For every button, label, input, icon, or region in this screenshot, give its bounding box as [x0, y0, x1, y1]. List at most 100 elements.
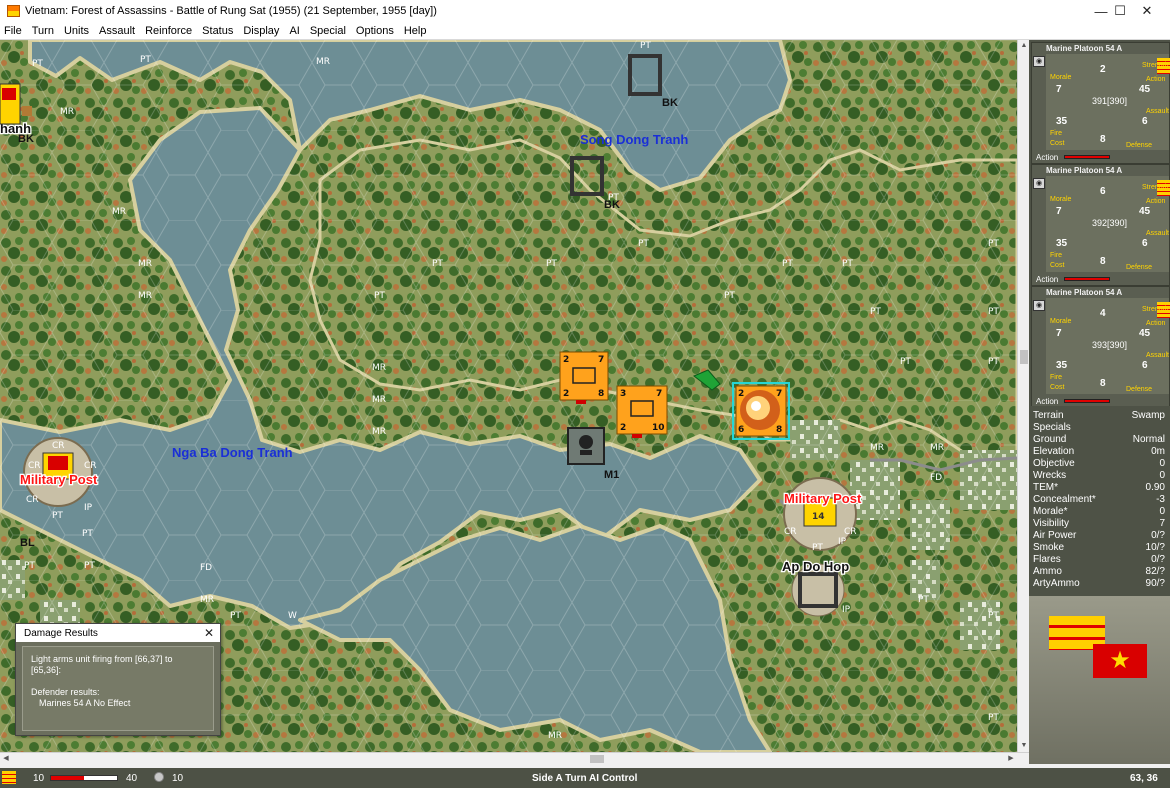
terrain-row: Concealment* -3	[1033, 494, 1165, 505]
menu-file[interactable]: File	[0, 25, 27, 37]
unit-cost-label: Cost	[1050, 140, 1065, 147]
counter-a-bottom-right: 8	[598, 389, 604, 399]
menu-ai[interactable]: AI	[284, 25, 304, 37]
dialog-close-button[interactable]: ✕	[204, 626, 214, 640]
scroll-right-icon[interactable]: ▶	[1005, 753, 1017, 765]
unit-morale-value: 2	[1100, 64, 1106, 75]
unit-badge-icon[interactable]: ◉	[1033, 56, 1045, 67]
unit-assault-label: Assault	[1146, 230, 1169, 237]
terrain-row: Terrain Swamp	[1033, 410, 1165, 421]
unit-card[interactable]: Marine Platoon 54 A ◉ Morale 2 Strength …	[1031, 42, 1170, 164]
scroll-left-icon[interactable]: ◀	[0, 753, 12, 765]
turn-progress-fill	[51, 776, 84, 780]
unit-stats: Morale 6 Strength Action 7 45 392[390] A…	[1046, 176, 1170, 272]
action-label: Action	[1036, 274, 1059, 284]
hex-label-cr: CR	[784, 527, 797, 537]
unit-assault-label: Assault	[1146, 352, 1169, 359]
unit-header: Marine Platoon 54 A	[1032, 287, 1169, 298]
unit-stats: Morale 2 Strength Action 7 45 391[390] A…	[1046, 54, 1170, 150]
menu-options[interactable]: Options	[351, 25, 399, 37]
hex-label-pt: PT	[988, 357, 999, 367]
hex-label-pt: PT	[140, 55, 151, 65]
counter-b-bottom-right: 10	[652, 423, 665, 433]
app-icon	[7, 5, 20, 17]
hex-label-pt: PT	[24, 561, 35, 571]
unit-fire-label: Fire	[1050, 374, 1063, 381]
terrain-info: Terrain Swamp Specials Ground Normal Eleva…	[1029, 406, 1170, 594]
terrain-row: TEM* 0.90	[1033, 482, 1165, 493]
minefield-marker[interactable]	[567, 427, 605, 465]
close-button[interactable]: ✕	[1124, 0, 1170, 22]
hex-label-mr: MR	[316, 57, 330, 67]
post-strength: 14	[812, 512, 825, 522]
status-message: Side A Turn AI Control	[532, 773, 638, 784]
hex-label-mr: MR	[112, 207, 126, 217]
menu-status[interactable]: Status	[197, 25, 238, 37]
unit-action-row: Action	[1032, 273, 1169, 285]
menu-reinforce[interactable]: Reinforce	[140, 25, 197, 37]
unit-strength-label: Strength	[1142, 184, 1169, 191]
hex-label-cr: CR	[26, 495, 39, 505]
menu-turn[interactable]: Turn	[27, 25, 59, 37]
unit-fire-label: Fire	[1050, 252, 1063, 259]
unit-assault-label: Assault	[1146, 108, 1169, 115]
hex-label-pt: PT	[724, 291, 735, 301]
clock-icon	[154, 772, 164, 782]
menu-assault[interactable]: Assault	[94, 25, 140, 37]
vertical-scroll-thumb[interactable]	[1020, 350, 1028, 364]
unit-defense-label: Defense	[1126, 142, 1153, 149]
unit-badge-icon[interactable]: ◉	[1033, 300, 1045, 311]
terrain-row: Objective 0	[1033, 458, 1165, 469]
minefield-label: M1	[604, 469, 619, 481]
hex-label-ip: IP	[84, 503, 93, 513]
terrain-row: Flares 0/?	[1033, 554, 1165, 565]
damage-line-result: Marines 54 A No Effect	[39, 698, 131, 708]
hex-label-pt: PT	[918, 595, 929, 605]
unit-card[interactable]: Marine Platoon 54 A ◉ Morale 6 Strength …	[1031, 164, 1170, 286]
menu-help[interactable]: Help	[399, 25, 432, 37]
counter-c-top-right: 7	[776, 389, 782, 399]
unit-card[interactable]: Marine Platoon 54 A ◉ Morale 4 Strength …	[1031, 286, 1170, 408]
hex-label-pt: PT	[988, 713, 999, 723]
dialog-title-bar[interactable]: Damage Results ✕	[16, 624, 220, 642]
unit-badge-icon[interactable]: ◉	[1033, 178, 1045, 189]
terrain-row: Ground Normal	[1033, 434, 1165, 445]
counter-b-top-left: 3	[620, 389, 626, 399]
counter-c-bottom-right: 8	[776, 425, 782, 435]
counter-b-bottom-left: 2	[620, 423, 626, 433]
star-icon: ★	[1109, 647, 1131, 674]
unit-defense-value: 8	[1100, 378, 1106, 389]
hex-label-pt: PT	[782, 259, 793, 269]
unit-coord: 391[390]	[1092, 96, 1128, 106]
hex-label-pt: PT	[842, 259, 853, 269]
menu-special[interactable]: Special	[305, 25, 351, 37]
counter-a-top-left: 2	[563, 355, 569, 365]
place-nga-ba-dong-tranh: Nga Ba Dong Tranh	[172, 445, 293, 460]
hex-label-mr: MR	[200, 595, 214, 605]
hex-label-bl: BL	[20, 537, 35, 549]
map-vertical-scrollbar[interactable]: ▲ ▼	[1017, 40, 1029, 752]
menu-bar: File Turn Units Assault Reinforce Status…	[0, 22, 1170, 40]
menu-display[interactable]: Display	[238, 25, 284, 37]
hex-label-cr: CR	[844, 527, 857, 537]
unit-left-value: 7	[1056, 206, 1062, 217]
unit-assault-value: 6	[1142, 116, 1148, 127]
horizontal-scroll-thumb[interactable]	[590, 755, 604, 763]
terrain-row: Elevation 0m	[1033, 446, 1165, 457]
map-horizontal-scrollbar[interactable]: ◀ ▶	[0, 752, 1029, 764]
action-bar	[1064, 399, 1111, 403]
dialog-title: Damage Results	[24, 627, 98, 639]
unit-action-label: Action	[1146, 198, 1166, 205]
north-vietnam-flag-icon: ★	[1093, 644, 1147, 678]
damage-results-dialog[interactable]: Damage Results ✕ Light arms unit firing …	[15, 623, 221, 736]
menu-units[interactable]: Units	[59, 25, 94, 37]
hex-label-pt: PT	[988, 307, 999, 317]
hex-label-cr: CR	[28, 461, 41, 471]
hex-label-pt: PT	[32, 59, 43, 69]
bunker-label: BK	[604, 199, 620, 211]
hex-label-ip: IP	[842, 605, 851, 615]
bunker-label: BK	[18, 133, 34, 145]
unit-right-value: 45	[1139, 328, 1151, 339]
terrain-row: Air Power 0/?	[1033, 530, 1165, 541]
side-flag-area: ★	[1029, 596, 1170, 764]
